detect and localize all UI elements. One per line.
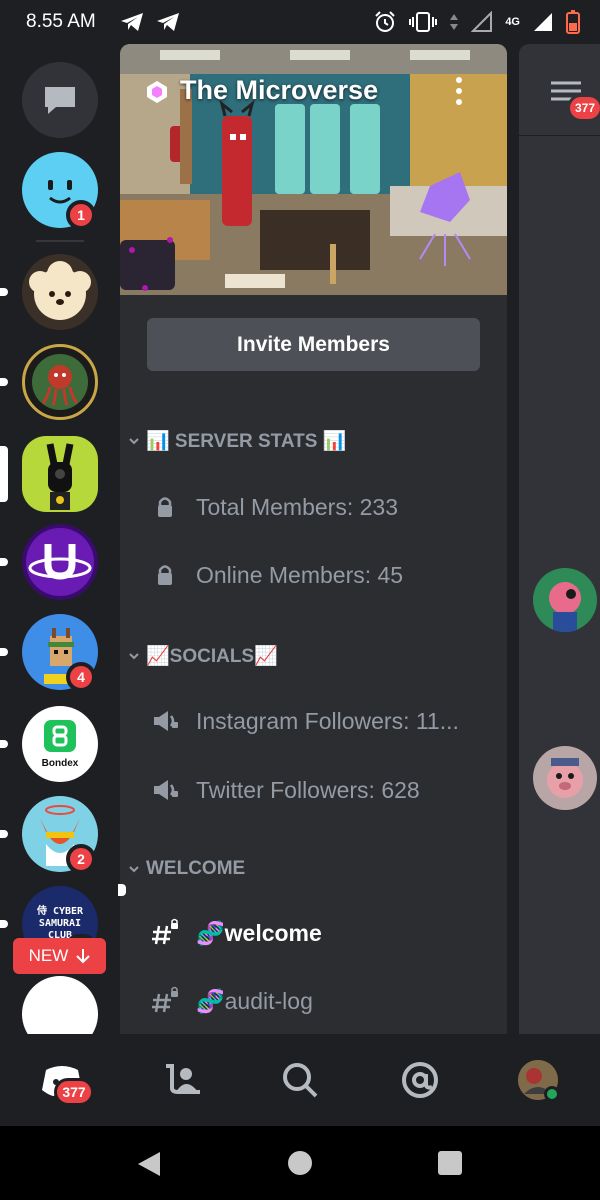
server-icon-partial[interactable] [22,976,98,1034]
unread-indicator [0,648,8,656]
unread-indicator [0,378,8,386]
alarm-icon [375,11,396,32]
unread-indicator [0,288,8,296]
locked-hashtag-icon [152,918,178,945]
selected-server-indicator [0,446,8,502]
channel-welcome[interactable]: 🧬welcome [150,908,495,958]
server-name: The Microverse [180,75,379,105]
back-icon[interactable] [136,1150,162,1178]
member-avatar[interactable] [533,746,597,810]
chevron-down-icon [129,438,139,445]
channel-twitter-followers[interactable]: Twitter Followers: 628 [150,765,495,815]
server-menu-icon[interactable] [453,76,465,106]
boost-icon [147,81,167,103]
locked-hashtag-icon [152,986,178,1013]
signal-empty-icon [471,11,493,32]
vibrate-icon [409,12,438,32]
bottom-tab-bar: 377 [0,1034,600,1126]
rail-divider [36,240,84,242]
u-logo-icon [26,528,94,596]
chevron-down-icon [129,653,139,660]
mentions-icon[interactable] [398,1060,442,1100]
telegram-icon [121,13,143,31]
server-icon-black-bunny[interactable] [22,436,98,512]
server-banner[interactable]: The Microverse [120,44,507,295]
notification-badge: 377 [567,94,600,122]
friends-icon[interactable] [162,1060,206,1100]
channel-online-members[interactable]: Online Members: 45 [150,550,495,600]
signal-icon [534,13,552,31]
channel-label: Online Members: 45 [196,561,404,588]
channel-label: Twitter Followers: 628 [196,776,420,803]
status-time: 8.55 AM [26,11,96,32]
channel-label: 🧬audit-log [196,987,313,1014]
logo-line: 侍 CYBER [36,906,84,917]
category-socials[interactable]: 📈SOCIALS📈 [128,644,278,668]
online-status-indicator [544,1086,560,1102]
telegram-icon-2 [157,13,179,31]
new-unreads-button[interactable]: NEW [13,938,106,974]
profile-avatar[interactable] [518,1060,560,1102]
status-icons: 4G [373,10,580,34]
arrow-down-icon [76,949,91,964]
category-title: WELCOME [146,858,246,879]
pink-creature-avatar-icon [549,582,581,632]
chat-bubble-icon [45,87,75,114]
server-rail: 1 4 Bondex 2 侍 CYBER SAMURAI CLUB NEW [0,44,120,1034]
lock-icon [158,565,172,585]
android-nav-bar [0,1126,600,1200]
category-title: 📊 SERVER STATS 📊 [146,431,347,452]
unread-badge: 2 [66,844,96,874]
octopus-icon [32,354,88,410]
server-icon-u-logo[interactable] [22,524,98,600]
unread-badge: 1 [66,200,96,230]
invite-members-button[interactable]: Invite Members [147,318,480,371]
pig-avatar-icon [547,758,583,798]
search-icon[interactable] [278,1060,322,1100]
channel-label: Total Members: 233 [196,493,398,520]
channel-unread-indicator [118,884,126,896]
data-arrows-icon [450,14,459,30]
unread-indicator [0,830,8,838]
network-type: 4G [505,16,520,28]
bunny-robot-icon [46,443,74,510]
logo-line: SAMURAI [38,918,82,929]
new-label: NEW [28,946,69,965]
status-bar: 8.55 AM 4G [0,0,600,44]
bondex-logo-icon [44,720,76,752]
lock-icon [158,497,172,517]
recents-icon[interactable] [438,1151,462,1175]
server-icon-bondex[interactable]: Bondex [22,706,98,782]
announcement-icon [154,711,178,731]
home-icon[interactable] [287,1150,313,1176]
server-icon-cloud-dog[interactable] [22,254,98,330]
unread-badge: 4 [66,662,96,692]
category-title: 📈SOCIALS📈 [146,646,278,667]
chevron-down-icon [129,866,139,873]
channel-label: Instagram Followers: 11... [196,707,459,734]
chat-peek-panel[interactable]: 377 [519,44,600,1034]
peek-header: 377 [519,44,600,136]
channel-label: 🧬welcome [196,919,322,946]
cloud-dog-icon [29,261,91,320]
unread-indicator [0,920,8,928]
member-avatar[interactable] [533,568,597,632]
direct-messages-button[interactable] [22,62,98,138]
category-server-stats[interactable]: 📊 SERVER STATS 📊 [128,429,346,453]
channel-audit-log[interactable]: 🧬audit-log [150,976,495,1026]
category-welcome[interactable]: WELCOME [128,858,245,880]
channel-total-members[interactable]: Total Members: 233 [150,482,495,532]
unread-indicator [0,740,8,748]
announcement-icon [154,780,178,800]
home-notification-badge: 377 [54,1078,94,1106]
unread-indicator [0,558,8,566]
bondex-label: Bondex [41,758,79,769]
channel-instagram-followers[interactable]: Instagram Followers: 11... [150,696,495,746]
battery-icon [566,10,580,34]
channel-panel: The Microverse Invite Members 📊 SERVER S… [120,44,507,1034]
server-icon-pirate-octopus[interactable] [22,344,98,420]
